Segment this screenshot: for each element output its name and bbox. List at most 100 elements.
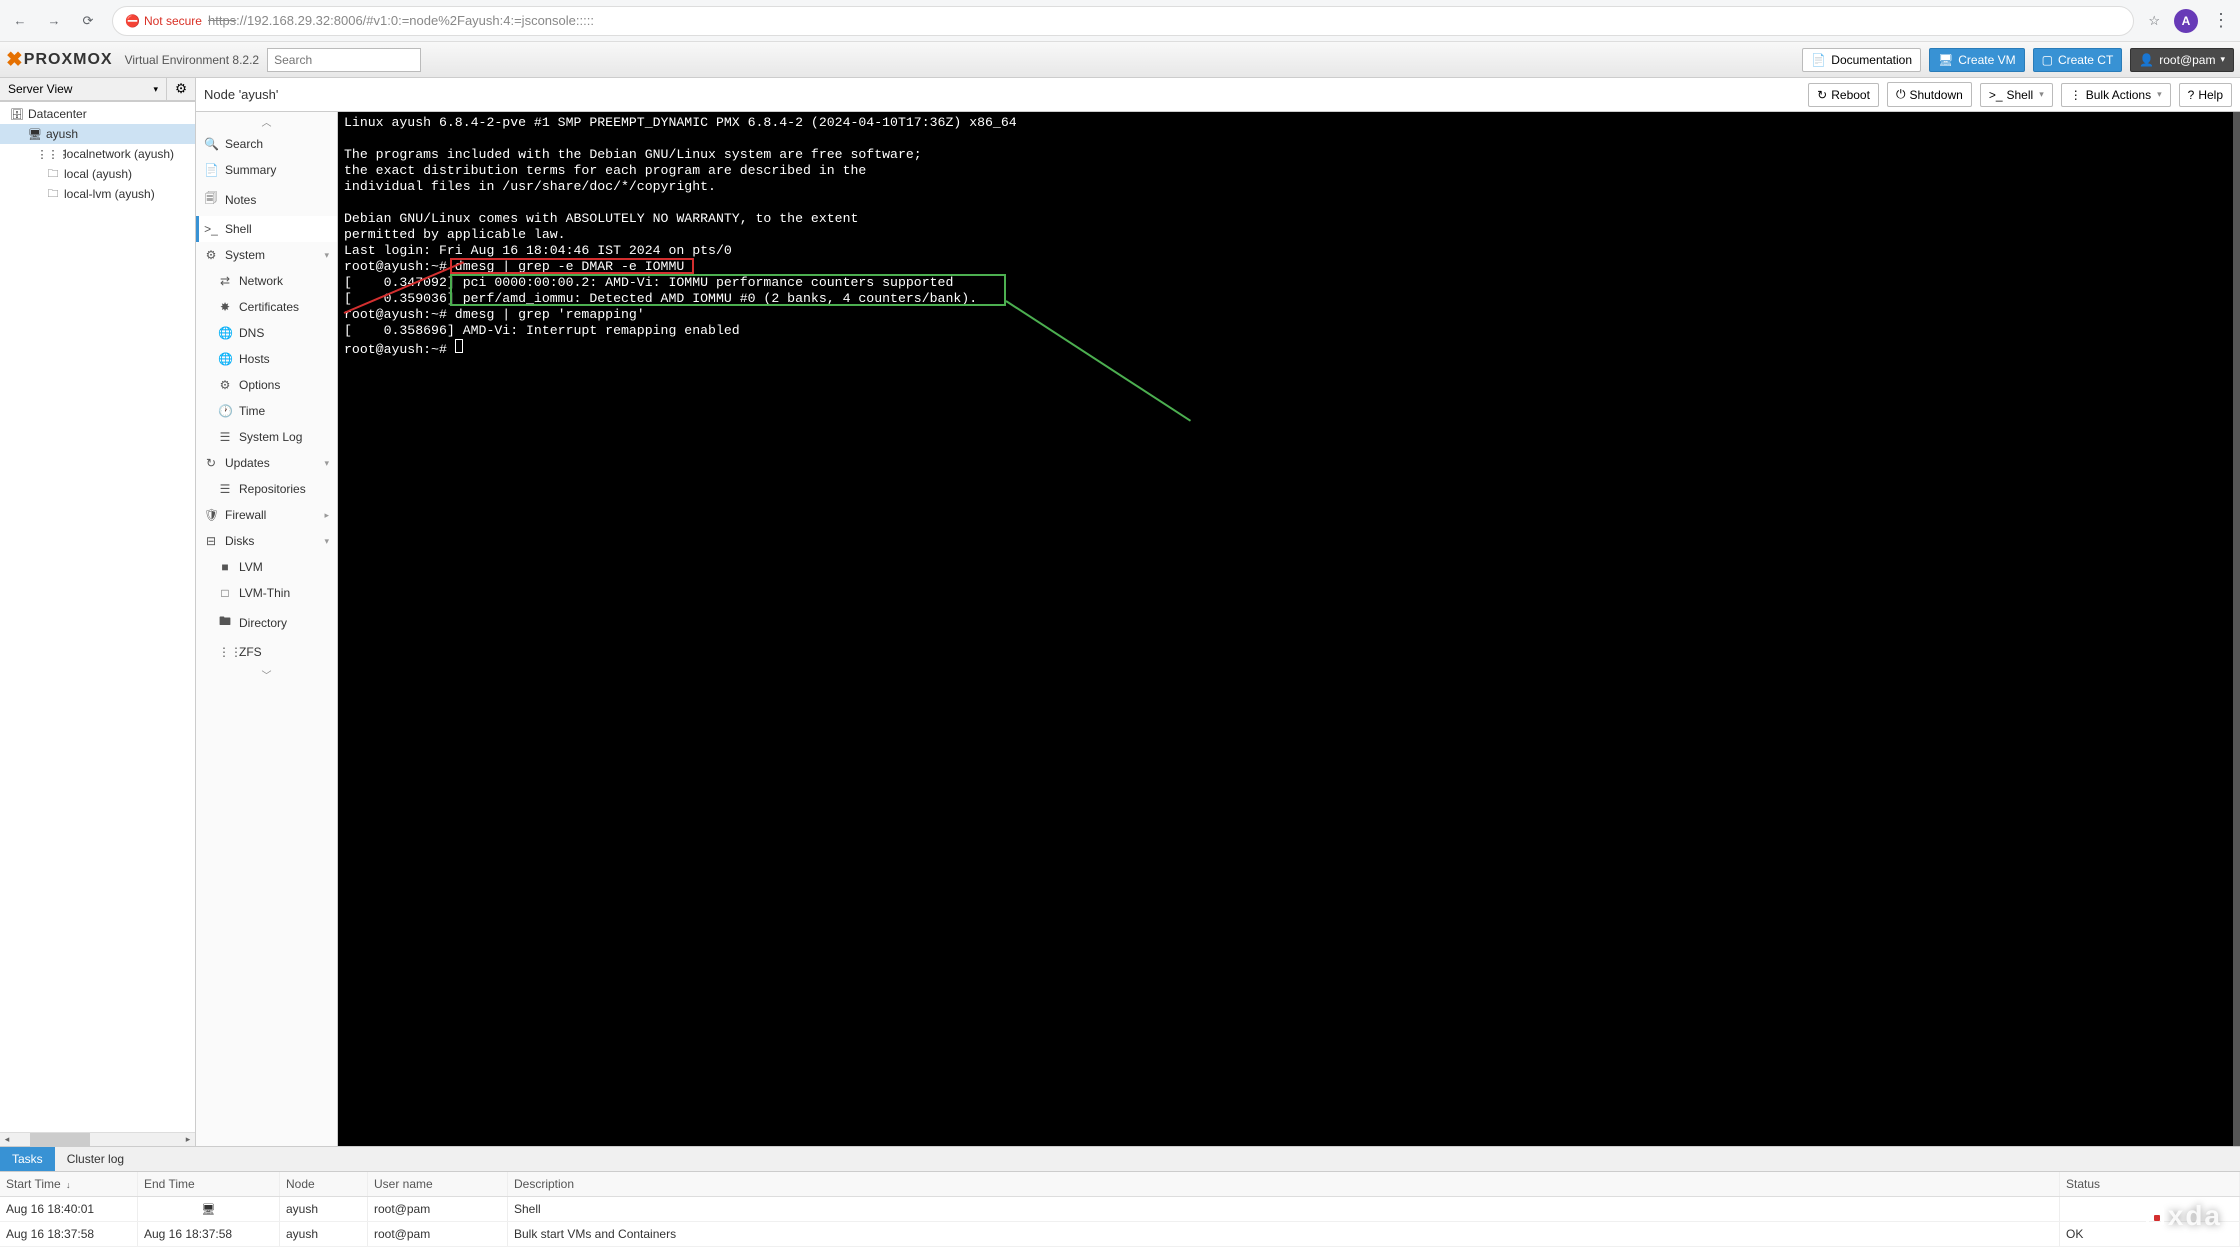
nav-icon: ✸ bbox=[218, 300, 232, 314]
power-icon: ⏻ bbox=[1896, 87, 1906, 102]
nav-label: Certificates bbox=[239, 300, 299, 314]
tree-label: ayush bbox=[46, 127, 78, 141]
nav-icon: 🗐 bbox=[204, 189, 218, 210]
bookmark-icon[interactable]: ☆ bbox=[2148, 13, 2160, 29]
nav-icon: ■ bbox=[218, 560, 232, 574]
nav-item-notes[interactable]: 🗐Notes bbox=[196, 183, 337, 216]
nav-item-dns[interactable]: 🌐DNS bbox=[196, 320, 337, 346]
nav-label: Updates bbox=[225, 456, 270, 470]
tab-tasks[interactable]: Tasks bbox=[0, 1147, 55, 1171]
nav-label: Hosts bbox=[239, 352, 270, 366]
nav-item-firewall[interactable]: 🛡Firewall▸ bbox=[196, 502, 337, 528]
nav-item-system[interactable]: ⚙System▾ bbox=[196, 242, 337, 268]
col-end[interactable]: End Time bbox=[138, 1172, 280, 1196]
nav-item-time[interactable]: 🕐 Time bbox=[196, 398, 337, 424]
reboot-button[interactable]: ↻Reboot bbox=[1808, 83, 1879, 107]
collapse-down-icon[interactable]: ﹀ bbox=[196, 665, 337, 684]
annotation-green-arrow bbox=[1005, 300, 1191, 421]
help-button[interactable]: ?Help bbox=[2179, 83, 2232, 107]
nav-label: Directory bbox=[239, 616, 287, 630]
cube-icon: ▢ bbox=[2042, 53, 2053, 67]
nav-item-network[interactable]: ⇄ Network bbox=[196, 268, 337, 294]
address-bar[interactable]: ⛔ Not secure https://192.168.29.32:8006/… bbox=[112, 6, 2134, 36]
nav-item-certificates[interactable]: ✸ Certificates bbox=[196, 294, 337, 320]
nav-icon: ⋮⋮ bbox=[218, 645, 232, 659]
nav-icon: ↻ bbox=[204, 456, 218, 470]
profile-avatar[interactable]: A bbox=[2174, 9, 2198, 33]
server-view-select[interactable]: Server View▾ bbox=[0, 78, 167, 101]
back-button[interactable]: ← bbox=[10, 11, 30, 31]
proxmox-logo[interactable]: ✖ PROXMOX bbox=[6, 47, 113, 72]
tree-item[interactable]: 🖥 ayush bbox=[0, 124, 195, 144]
nav-item-options[interactable]: ⚙Options bbox=[196, 372, 337, 398]
panel-settings-button[interactable]: ⚙ bbox=[167, 78, 195, 101]
browser-toolbar: ← → ⟳ ⛔ Not secure https://192.168.29.32… bbox=[0, 0, 2240, 42]
tab-cluster-log[interactable]: Cluster log bbox=[55, 1147, 136, 1171]
shell-button[interactable]: >_Shell▾ bbox=[1980, 83, 2053, 107]
create-ct-button[interactable]: ▢Create CT bbox=[2033, 48, 2123, 72]
nav-label: ZFS bbox=[239, 645, 262, 659]
user-menu-button[interactable]: 👤root@pam ▾ bbox=[2130, 48, 2234, 72]
col-start[interactable]: Start Time ↓ bbox=[0, 1172, 138, 1196]
create-vm-button[interactable]: 🖥Create VM bbox=[1929, 48, 2025, 72]
nav-icon: 🕐 bbox=[218, 404, 232, 418]
url-text: https://192.168.29.32:8006/#v1:0:=node%2… bbox=[208, 13, 594, 28]
nav-item-shell[interactable]: >_Shell bbox=[196, 216, 337, 242]
tree-item[interactable]: 🗀local-lvm (ayush) bbox=[0, 184, 195, 204]
nav-item-lvm[interactable]: ■ LVM bbox=[196, 554, 337, 580]
tree-item[interactable]: 🗄 Datacenter bbox=[0, 104, 195, 124]
task-row[interactable]: Aug 16 18:37:58Aug 16 18:37:58ayushroot@… bbox=[0, 1222, 2240, 1247]
nav-label: Repositories bbox=[239, 482, 306, 496]
nav-icon: ⊟ bbox=[204, 534, 218, 548]
reload-button[interactable]: ⟳ bbox=[78, 11, 98, 31]
nav-icon: >_ bbox=[204, 222, 218, 236]
nav-icon: ⚙ bbox=[204, 248, 218, 262]
nav-item-disks[interactable]: ⊟Disks▾ bbox=[196, 528, 337, 554]
nav-item-system-log[interactable]: ☰ System Log bbox=[196, 424, 337, 450]
nav-item-repositories[interactable]: ☰Repositories bbox=[196, 476, 337, 502]
nav-label: Summary bbox=[225, 163, 276, 177]
nav-item-summary[interactable]: 📄Summary bbox=[196, 157, 337, 183]
tree-icon: 🗀 bbox=[46, 167, 60, 181]
shell-icon: >_ bbox=[1989, 88, 2003, 102]
menu-icon[interactable]: ⋮ bbox=[2212, 10, 2230, 31]
forward-button[interactable]: → bbox=[44, 11, 64, 31]
shutdown-button[interactable]: ⏻Shutdown bbox=[1887, 82, 1972, 107]
annotation-green-box bbox=[450, 274, 1006, 306]
tree-label: localnetwork (ayush) bbox=[64, 147, 174, 161]
nav-item-search[interactable]: 🔍Search bbox=[196, 131, 337, 157]
tree-item[interactable]: ⋮⋮⋮localnetwork (ayush) bbox=[0, 144, 195, 164]
col-node[interactable]: Node bbox=[280, 1172, 368, 1196]
book-icon: 📄 bbox=[1811, 53, 1826, 67]
monitor-icon: 🖥 bbox=[1938, 53, 1953, 67]
nav-item-updates[interactable]: ↻Updates▾ bbox=[196, 450, 337, 476]
tree-label: Datacenter bbox=[28, 107, 87, 121]
terminal-scrollbar[interactable] bbox=[2233, 112, 2240, 1146]
tree-icon: 🖥 bbox=[28, 127, 42, 141]
nav-item-zfs[interactable]: ⋮⋮ ZFS bbox=[196, 639, 337, 665]
tree-scrollbar[interactable]: ◂▸ bbox=[0, 1132, 195, 1146]
nav-icon: ⇄ bbox=[218, 274, 232, 288]
shell-terminal[interactable]: Linux ayush 6.8.4-2-pve #1 SMP PREEMPT_D… bbox=[338, 112, 2240, 1146]
tree-icon: 🗄 bbox=[10, 107, 24, 121]
task-row[interactable]: Aug 16 18:40:01🖥ayushroot@pamShell bbox=[0, 1197, 2240, 1222]
collapse-up-icon[interactable]: ︿ bbox=[196, 112, 337, 131]
nav-label: Time bbox=[239, 404, 265, 418]
col-desc[interactable]: Description bbox=[508, 1172, 2060, 1196]
col-status[interactable]: Status bbox=[2060, 1172, 2240, 1196]
nav-item-hosts[interactable]: 🌐Hosts bbox=[196, 346, 337, 372]
col-user[interactable]: User name bbox=[368, 1172, 508, 1196]
global-search-input[interactable] bbox=[267, 48, 421, 72]
bulk-actions-button[interactable]: ⋮Bulk Actions▾ bbox=[2061, 83, 2171, 107]
tree-label: local (ayush) bbox=[64, 167, 132, 181]
tree-label: local-lvm (ayush) bbox=[64, 187, 155, 201]
nav-label: System Log bbox=[239, 430, 302, 444]
nav-item-directory[interactable]: 🖿Directory bbox=[196, 606, 337, 639]
nav-label: Network bbox=[239, 274, 283, 288]
tree-item[interactable]: 🗀 local (ayush) bbox=[0, 164, 195, 184]
nav-label: LVM bbox=[239, 560, 263, 574]
node-title: Node 'ayush' bbox=[204, 87, 278, 102]
nav-item-lvm-thin[interactable]: □LVM-Thin bbox=[196, 580, 337, 606]
documentation-button[interactable]: 📄Documentation bbox=[1802, 48, 1921, 72]
nav-icon: ☰ bbox=[218, 430, 232, 444]
